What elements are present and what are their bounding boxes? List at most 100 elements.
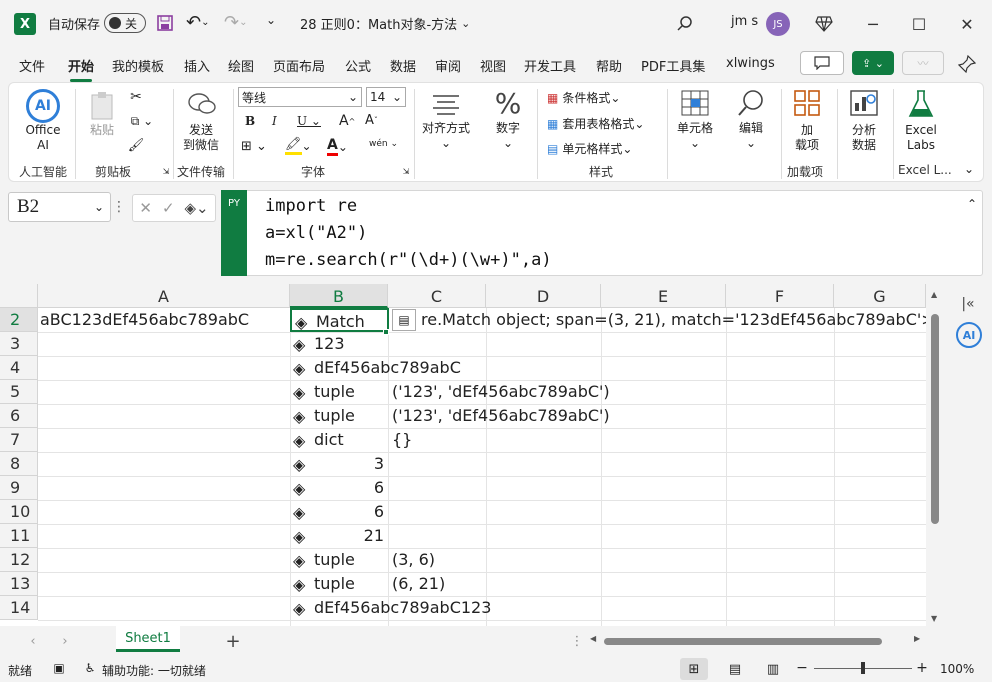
horizontal-scrollbar[interactable]: ◀ ▶ (588, 633, 928, 649)
percent-icon[interactable]: % (493, 87, 523, 120)
office-ai-icon[interactable]: AI (26, 89, 60, 123)
cut-icon[interactable]: ✂ (128, 89, 144, 105)
cell-b6[interactable]: ◈ tuple (290, 404, 355, 428)
accessibility-status[interactable]: 辅助功能: 一切就绪 (102, 662, 206, 679)
addins-icon[interactable] (791, 87, 823, 119)
row-header[interactable]: 5 (0, 380, 38, 404)
maximize-button[interactable]: ☐ (896, 0, 942, 48)
diamond-icon[interactable] (814, 14, 834, 34)
customize-qat-icon[interactable]: ⌄ (266, 13, 276, 27)
cell-c5[interactable]: ('123', 'dEf456abc789abC') (392, 380, 610, 404)
cell-b11[interactable]: ◈ 21 (290, 524, 388, 548)
ai-assistant-icon[interactable]: AI (956, 322, 982, 348)
row-header[interactable]: 12 (0, 548, 38, 572)
prev-sheet-icon[interactable]: ‹ (26, 632, 40, 650)
tab-review[interactable]: 审阅 (435, 56, 461, 75)
wechat-icon[interactable] (185, 89, 219, 119)
select-all-corner[interactable] (0, 284, 38, 308)
zoom-level[interactable]: 100% (940, 662, 974, 676)
normal-view-icon[interactable]: ⊞ (680, 658, 708, 680)
row-header[interactable]: 7 (0, 428, 38, 452)
row-header[interactable]: 13 (0, 572, 38, 596)
font-color-icon[interactable]: A ⌄ (327, 137, 348, 156)
conditional-format-button[interactable]: ▦ 条件格式 ⌄ (547, 89, 620, 106)
analyze-data-button[interactable]: 分析 数据 (843, 123, 885, 153)
font-launcher-icon[interactable]: ⇲ (401, 166, 411, 176)
sheet-tab-sheet1[interactable]: Sheet1 (116, 626, 180, 652)
zoom-slider-thumb[interactable] (861, 662, 865, 674)
col-header-f[interactable]: F (726, 284, 834, 308)
paste-button[interactable]: 粘贴 (87, 123, 117, 138)
python-layer-icon[interactable]: ◈⌄ (185, 199, 209, 217)
page-layout-view-icon[interactable]: ▤ (724, 658, 746, 680)
cells-icon[interactable] (679, 87, 711, 119)
collapse-pane-icon[interactable]: |« (958, 296, 978, 312)
horizontal-scroll-thumb[interactable] (604, 638, 882, 645)
save-icon[interactable] (156, 14, 174, 32)
addins-button[interactable]: 加载项 (787, 123, 827, 153)
row-header[interactable]: 10 (0, 500, 38, 524)
tab-developer[interactable]: 开发工具 (524, 56, 576, 75)
find-icon[interactable] (735, 87, 767, 119)
accessibility-icon[interactable]: ♿ (82, 661, 98, 675)
cell-a2[interactable]: aBC123dEf456abc789abC (40, 308, 249, 332)
cell-b5[interactable]: ◈ tuple (290, 380, 355, 404)
analyze-data-icon[interactable] (847, 87, 881, 119)
ribbon-collapse-icon[interactable]: ⌄ (961, 161, 977, 177)
alignment-button[interactable]: 对齐方式 ⌄ (419, 121, 473, 151)
next-sheet-icon[interactable]: › (58, 632, 72, 650)
col-header-g[interactable]: G (834, 284, 926, 308)
col-header-a[interactable]: A (38, 284, 290, 308)
cell-b14[interactable]: ◈ dEf456abc789abC123 (290, 596, 491, 620)
col-header-d[interactable]: D (486, 284, 601, 308)
decrease-font-icon[interactable]: Aˇ (365, 113, 378, 128)
share-button[interactable]: ⇪ ⌄ (852, 51, 894, 75)
collapse-formula-icon[interactable]: ⌃ (964, 196, 980, 212)
paste-icon[interactable] (87, 89, 117, 123)
cell-c2[interactable]: re.Match object; span=(3, 21), match='12… (421, 308, 926, 332)
tab-formulas[interactable]: 公式 (345, 56, 371, 75)
editing-button[interactable]: 编辑 ⌄ (731, 121, 771, 151)
cell-b13[interactable]: ◈ tuple (290, 572, 355, 596)
tab-pdf-tools[interactable]: PDF工具集 (641, 56, 705, 75)
border-icon[interactable]: ⊞ ⌄ (241, 139, 267, 154)
office-ai-button[interactable]: Office AI (21, 123, 65, 153)
format-painter-icon[interactable]: 🖌 (128, 137, 145, 153)
tab-view[interactable]: 视图 (480, 56, 506, 75)
page-break-view-icon[interactable]: ▥ (762, 658, 784, 680)
document-title[interactable]: 28 正则0：Math对象-方法 ⌄ (300, 14, 470, 33)
row-header[interactable]: 3 (0, 332, 38, 356)
cancel-icon[interactable]: ✕ (139, 199, 152, 217)
undo-icon[interactable]: ↶ ⌄ (186, 12, 209, 33)
cell-c6[interactable]: ('123', 'dEf456abc789abC') (392, 404, 610, 428)
cell-styles-button[interactable]: ▤ 单元格样式 ⌄ (547, 140, 632, 157)
flask-icon[interactable] (905, 87, 937, 121)
col-header-e[interactable]: E (601, 284, 726, 308)
cell-b9[interactable]: ◈ 6 (290, 476, 388, 500)
cell-b4[interactable]: ◈ dEf456abc789abC (290, 356, 461, 380)
font-size-select[interactable]: 14 ⌄ (366, 87, 406, 107)
row-header[interactable]: 8 (0, 452, 38, 476)
worksheet-grid[interactable]: A B C D E F G 2 3 4 5 6 7 8 9 10 11 12 1… (0, 284, 926, 626)
tab-draw[interactable]: 绘图 (228, 56, 254, 75)
format-as-table-button[interactable]: ▦ 套用表格格式 ⌄ (547, 115, 644, 132)
avatar[interactable]: JS (766, 12, 790, 36)
fill-handle[interactable] (383, 329, 389, 335)
phonetic-icon[interactable]: wén ⌄ (369, 139, 398, 149)
tab-my-templates[interactable]: 我的模板 (112, 56, 164, 75)
tab-file[interactable]: 文件 (19, 56, 45, 75)
vertical-scroll-thumb[interactable] (931, 314, 939, 524)
row-header[interactable]: 2 (0, 308, 38, 332)
cell-b3[interactable]: ◈ 123 (290, 332, 345, 356)
send-to-wechat-button[interactable]: 发送 到微信 (179, 123, 223, 153)
underline-button[interactable]: U ⌄ (297, 114, 321, 128)
tab-page-layout[interactable]: 页面布局 (273, 56, 325, 75)
col-header-b[interactable]: B (290, 284, 388, 308)
comments-button[interactable] (800, 51, 844, 75)
cell-b7[interactable]: ◈ dict (290, 428, 344, 452)
tab-insert[interactable]: 插入 (184, 56, 210, 75)
enter-icon[interactable]: ✓ (162, 199, 175, 217)
row-header[interactable]: 11 (0, 524, 38, 548)
align-icon[interactable] (429, 89, 463, 119)
tab-help[interactable]: 帮助 (596, 56, 622, 75)
